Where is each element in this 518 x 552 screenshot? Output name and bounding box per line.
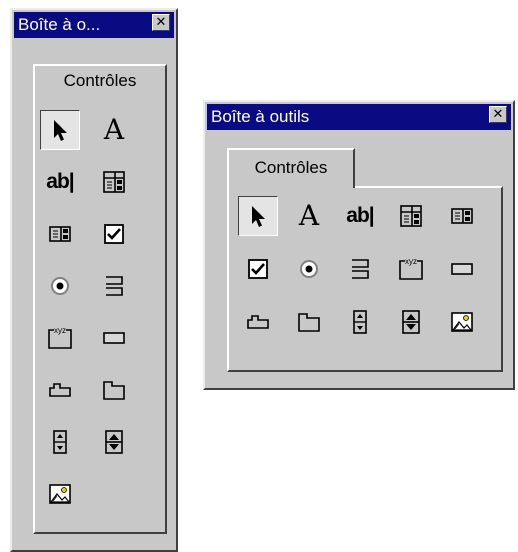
- image-icon: [449, 310, 475, 334]
- tool-button[interactable]: [442, 196, 482, 236]
- spinbutton-icon: [102, 428, 126, 456]
- scrollbar-icon: [349, 308, 371, 336]
- tool-button[interactable]: [289, 302, 329, 342]
- textbox-icon: ab|: [346, 204, 374, 227]
- tab-label: Contrôles: [63, 71, 137, 90]
- tool-button[interactable]: [289, 249, 329, 289]
- tool-button[interactable]: [94, 422, 134, 462]
- tabstrip-icon: [47, 379, 73, 401]
- tool-button[interactable]: ab|: [40, 162, 80, 202]
- option-button-icon: [297, 257, 321, 281]
- checkbox-icon: [246, 257, 270, 281]
- toolbox-window-vertical: Boîte à o... ✕ Contrôles Aab| xyz: [10, 8, 178, 552]
- tab-controles[interactable]: Contrôles: [227, 148, 355, 188]
- tab-controles[interactable]: Contrôles: [33, 64, 167, 100]
- tool-button[interactable]: [40, 214, 80, 254]
- tool-button[interactable]: [94, 318, 134, 358]
- listbox-icon: [449, 203, 475, 229]
- tool-button[interactable]: [238, 249, 278, 289]
- tool-button[interactable]: [94, 214, 134, 254]
- close-icon: ✕: [155, 15, 167, 30]
- tool-button[interactable]: [40, 422, 80, 462]
- frame-icon: xyz: [397, 256, 425, 282]
- toggle-button-icon: [348, 256, 372, 282]
- tabstrip-icon: [245, 311, 271, 333]
- spinbutton-icon: [399, 308, 423, 336]
- tool-button[interactable]: [238, 302, 278, 342]
- combobox-icon: [101, 169, 127, 195]
- pointer-icon: [48, 117, 72, 143]
- tool-button[interactable]: [391, 302, 431, 342]
- toggle-button-icon: [102, 273, 126, 299]
- frame-icon: xyz: [46, 325, 74, 351]
- tool-button[interactable]: A: [289, 196, 329, 236]
- close-button[interactable]: ✕: [489, 106, 507, 123]
- command-button-icon: [101, 328, 127, 348]
- tool-button[interactable]: [40, 110, 80, 150]
- label-icon: A: [298, 199, 320, 232]
- tool-button[interactable]: xyz: [40, 318, 80, 358]
- scrollbar-icon: [49, 428, 71, 456]
- svg-text:xyz: xyz: [405, 257, 417, 266]
- listbox-icon: [47, 221, 73, 247]
- window-title: Boîte à o...: [18, 15, 101, 34]
- textbox-icon: ab|: [46, 170, 74, 193]
- tool-button[interactable]: [94, 370, 134, 410]
- tool-button[interactable]: [340, 302, 380, 342]
- tool-button[interactable]: [391, 196, 431, 236]
- checkbox-icon: [102, 222, 126, 246]
- combobox-icon: [398, 203, 424, 229]
- tool-button[interactable]: [442, 302, 482, 342]
- image-icon: [47, 482, 73, 506]
- window-title: Boîte à outils: [211, 107, 310, 126]
- title-bar[interactable]: Boîte à outils: [207, 104, 511, 130]
- pointer-icon: [246, 203, 270, 229]
- multipage-icon: [101, 377, 127, 403]
- tool-button[interactable]: xyz: [391, 249, 431, 289]
- multipage-icon: [296, 309, 322, 335]
- close-button[interactable]: ✕: [152, 14, 170, 31]
- tool-button[interactable]: [40, 474, 80, 514]
- tool-button[interactable]: [442, 249, 482, 289]
- label-icon: A: [103, 113, 125, 146]
- tool-button[interactable]: [340, 249, 380, 289]
- tool-button[interactable]: ab|: [340, 196, 380, 236]
- title-bar[interactable]: Boîte à o...: [14, 12, 174, 38]
- svg-text:xyz: xyz: [54, 326, 66, 335]
- tab-label: Contrôles: [254, 158, 328, 177]
- tool-button[interactable]: [40, 370, 80, 410]
- tool-button[interactable]: [238, 196, 278, 236]
- command-button-icon: [449, 259, 475, 279]
- close-icon: ✕: [492, 107, 504, 122]
- tool-button[interactable]: [94, 162, 134, 202]
- tool-button[interactable]: A: [94, 110, 134, 150]
- tool-button[interactable]: [94, 266, 134, 306]
- toolbox-window-horizontal: Boîte à outils ✕ Contrôles Aab| xyz: [203, 100, 515, 390]
- option-button-icon: [48, 274, 72, 298]
- tool-button[interactable]: [40, 266, 80, 306]
